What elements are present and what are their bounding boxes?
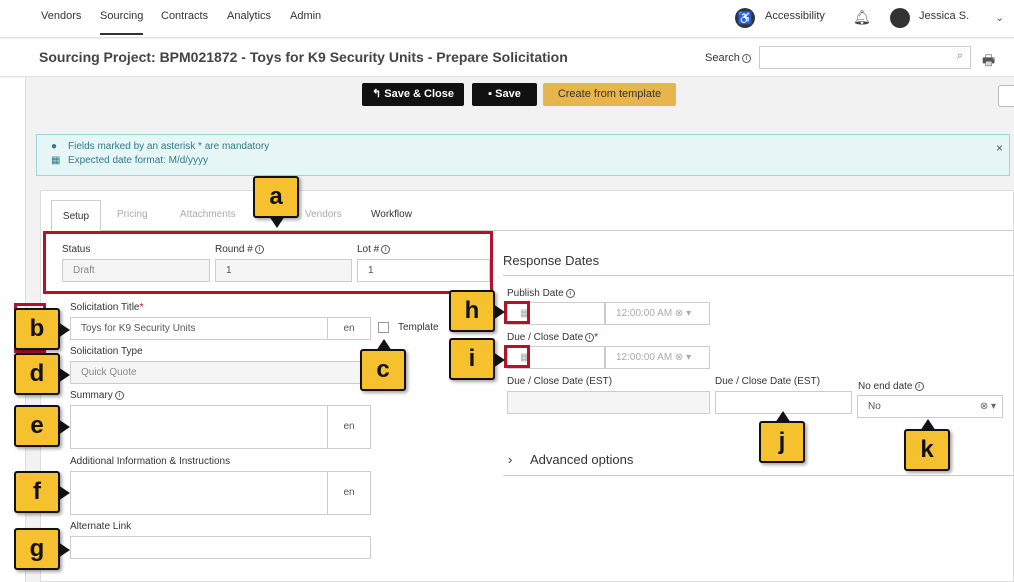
solicitation-title-input[interactable]: Toys for K9 Security Units bbox=[70, 317, 328, 340]
avatar[interactable] bbox=[890, 8, 910, 28]
callout-i: i bbox=[449, 338, 505, 380]
info-icon: i bbox=[114, 391, 124, 400]
callout-b: b bbox=[14, 308, 70, 350]
chevron-down-icon[interactable]: ⌄ bbox=[995, 11, 1004, 24]
callout-k: k bbox=[904, 419, 950, 471]
alert-line-mandatory: Fields marked by an asterisk * are manda… bbox=[68, 141, 270, 152]
page-title: Sourcing Project: BPM021872 - Toys for K… bbox=[39, 49, 568, 65]
info-icon: i bbox=[914, 382, 924, 391]
advanced-options-toggle[interactable]: Advanced options bbox=[530, 452, 633, 467]
summary-input[interactable] bbox=[70, 405, 328, 449]
tab-workflow[interactable]: Workflow bbox=[371, 209, 412, 220]
save-button[interactable]: ▪ Save bbox=[472, 83, 537, 106]
callout-f: f bbox=[14, 471, 70, 513]
print-icon[interactable]: 🖶︎ bbox=[982, 50, 995, 74]
due-est-label-2: Due / Close Date (EST) bbox=[715, 376, 821, 387]
top-nav: Vendors Sourcing Contracts Analytics Adm… bbox=[0, 0, 1014, 38]
highlight-box-a bbox=[43, 231, 493, 294]
calendar-icon: ▦ bbox=[51, 155, 61, 166]
template-label: Template bbox=[398, 322, 439, 333]
highlight-box-i bbox=[504, 345, 530, 368]
summary-lang[interactable]: en bbox=[327, 405, 371, 449]
due-date-label: Due / Close Date i * bbox=[507, 332, 599, 343]
callout-g: g bbox=[14, 528, 70, 570]
nav-sourcing[interactable]: Sourcing bbox=[100, 10, 144, 35]
close-icon[interactable]: × bbox=[996, 141, 1003, 155]
user-name[interactable]: Jessica S. bbox=[919, 10, 969, 22]
summary-label: Summary i bbox=[70, 390, 124, 401]
publish-date-label: Publish Date i bbox=[507, 288, 575, 299]
info-icon: i bbox=[741, 54, 751, 63]
alert-line-date: Expected date format: M/d/yyyy bbox=[68, 155, 209, 166]
search-label: Search i bbox=[705, 52, 751, 64]
nav-admin[interactable]: Admin bbox=[290, 10, 321, 22]
solicitation-title-label: Solicitation Title* bbox=[70, 302, 144, 313]
nav-contracts[interactable]: Contracts bbox=[161, 10, 208, 22]
nav-analytics[interactable]: Analytics bbox=[227, 10, 271, 22]
chevron-right-icon[interactable]: › bbox=[508, 452, 512, 467]
info-icon: i bbox=[565, 289, 575, 298]
info-circle-icon: ● bbox=[51, 141, 58, 152]
publish-time-select[interactable]: 12:00:00 AM ⊗ ▾ bbox=[605, 302, 710, 325]
bell-icon[interactable]: 🔔︎ bbox=[853, 9, 871, 26]
tab-setup[interactable]: Setup bbox=[51, 200, 101, 231]
highlight-box-h bbox=[504, 301, 530, 324]
accessibility-link[interactable]: Accessibility bbox=[765, 10, 825, 22]
no-end-date-select[interactable]: No ⊗ ▾ bbox=[857, 395, 1003, 418]
title-bar: Sourcing Project: BPM021872 - Toys for K… bbox=[0, 39, 1014, 77]
additional-info-label: Additional Information & Instructions bbox=[70, 456, 231, 467]
callout-d: d bbox=[14, 353, 70, 395]
callout-c: c bbox=[360, 339, 406, 391]
alternate-link-input[interactable] bbox=[70, 536, 371, 559]
callout-a: a bbox=[253, 176, 299, 228]
callout-h: h bbox=[449, 290, 505, 332]
additional-info-lang[interactable]: en bbox=[327, 471, 371, 515]
no-end-date-label: No end date i bbox=[858, 381, 924, 392]
chat-icon[interactable] bbox=[998, 85, 1014, 107]
info-icon: i bbox=[585, 333, 595, 342]
alternate-link-label: Alternate Link bbox=[70, 521, 132, 532]
tab-attachments[interactable]: Attachments bbox=[180, 209, 236, 220]
template-checkbox[interactable] bbox=[378, 322, 389, 333]
due-est-label: Due / Close Date (EST) bbox=[507, 376, 613, 387]
tab-vendors[interactable]: Vendors bbox=[305, 209, 342, 220]
nav-vendors[interactable]: Vendors bbox=[41, 10, 81, 22]
clear-dropdown-icon[interactable]: ⊗ ▾ bbox=[980, 396, 996, 417]
section-divider bbox=[503, 275, 1014, 276]
accessibility-icon[interactable]: ♿ bbox=[735, 8, 755, 28]
callout-e: e bbox=[14, 405, 70, 447]
due-est-field bbox=[507, 391, 710, 414]
callout-j: j bbox=[759, 411, 805, 463]
solicitation-title-lang[interactable]: en bbox=[327, 317, 371, 340]
create-template-button[interactable]: Create from template bbox=[543, 83, 676, 106]
solicitation-type-field: Quick Quote bbox=[70, 361, 371, 384]
search-icon[interactable]: ⌕ bbox=[957, 50, 963, 63]
save-close-button[interactable]: ↰ Save & Close bbox=[362, 83, 464, 106]
search-input[interactable]: ⌕ bbox=[759, 46, 971, 69]
due-time-select[interactable]: 12:00:00 AM ⊗ ▾ bbox=[605, 346, 710, 369]
response-dates-heading: Response Dates bbox=[503, 253, 600, 268]
section-divider bbox=[503, 475, 1014, 476]
tab-pricing[interactable]: Pricing bbox=[117, 209, 148, 220]
info-alert: ● Fields marked by an asterisk * are man… bbox=[36, 134, 1010, 176]
solicitation-type-label: Solicitation Type bbox=[70, 346, 143, 357]
additional-info-input[interactable] bbox=[70, 471, 328, 515]
